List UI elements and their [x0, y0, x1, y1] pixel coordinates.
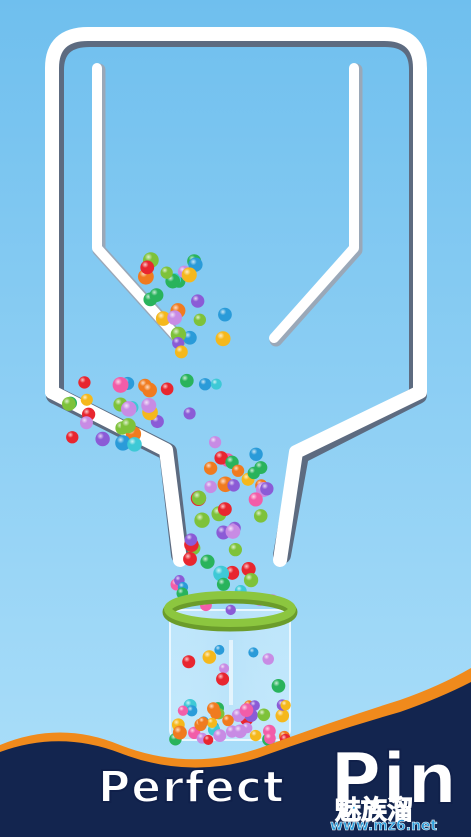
- ball-shine: [208, 436, 222, 449]
- ball-shine: [218, 502, 232, 516]
- ball-shine: [216, 577, 231, 591]
- ball-shine: [141, 397, 157, 413]
- ball-shine: [275, 708, 290, 723]
- ball-shine: [140, 260, 155, 275]
- ball-shine: [198, 378, 212, 391]
- ball-shine: [191, 490, 207, 506]
- ball-shine: [215, 331, 231, 347]
- ball-shine: [183, 552, 197, 566]
- ball-shine: [216, 672, 230, 686]
- ball-shine: [80, 393, 93, 406]
- ball-shine: [264, 732, 276, 745]
- ball-shine: [218, 307, 232, 322]
- ball-shine: [280, 699, 291, 711]
- watermark-url: www.mz6.net: [330, 818, 438, 835]
- ball-shine: [160, 382, 174, 396]
- ball-shine: [194, 512, 210, 528]
- ball-shine: [193, 313, 207, 327]
- ball-shine: [227, 479, 240, 492]
- ball-shine: [222, 714, 234, 727]
- ball-shine: [248, 647, 259, 658]
- ball-shine: [95, 431, 110, 447]
- ball-shine: [121, 401, 137, 417]
- ball-shine: [253, 509, 268, 523]
- ball-shine: [249, 447, 263, 461]
- ball-shine: [174, 345, 188, 359]
- ball-shine: [142, 382, 157, 398]
- ball-shine: [254, 461, 268, 475]
- ball-shine: [204, 480, 217, 494]
- ball-shine: [233, 724, 247, 739]
- ball-shine: [203, 461, 218, 475]
- ball-shine: [243, 572, 259, 588]
- ball-shine: [197, 716, 209, 728]
- ball-shine: [120, 418, 136, 434]
- ball-shine: [79, 416, 93, 430]
- ball-shine: [202, 650, 217, 664]
- ball-shine: [213, 729, 227, 743]
- ball-shine: [249, 729, 262, 742]
- ball-shine: [167, 310, 183, 326]
- ball-shine: [78, 376, 91, 389]
- ball-shine: [271, 679, 286, 693]
- ball-shine: [127, 437, 142, 452]
- ball-shine: [191, 294, 205, 308]
- ball-shine: [183, 407, 196, 420]
- ball-shine: [182, 655, 196, 669]
- ball-shine: [200, 554, 215, 569]
- ball-shine: [225, 524, 241, 539]
- ball-shine: [231, 464, 245, 477]
- title-perfect: Perfect: [97, 761, 285, 814]
- ball-shine: [262, 653, 274, 665]
- ball-shine: [112, 376, 129, 393]
- ball-shine: [207, 702, 220, 716]
- ball-shine: [160, 266, 173, 279]
- ball-shine: [206, 717, 218, 729]
- ball-shine: [228, 543, 242, 557]
- ball-shine: [219, 663, 230, 674]
- ball-shine: [181, 267, 197, 283]
- ball-shine: [66, 431, 79, 444]
- ball-shine: [203, 734, 214, 745]
- ball-shine: [214, 644, 225, 655]
- ball-shine: [172, 725, 187, 740]
- ball-shine: [248, 492, 263, 507]
- ball-shine: [61, 397, 76, 411]
- ball-shine: [184, 533, 198, 546]
- ball-shine: [225, 604, 236, 616]
- game-scene[interactable]: [0, 0, 471, 837]
- ball-shine: [149, 288, 164, 303]
- ball-shine: [239, 703, 254, 717]
- ball-shine: [260, 482, 274, 496]
- ball-shine: [177, 705, 189, 716]
- ball-shine: [180, 373, 194, 388]
- ball-shine: [210, 378, 222, 390]
- ball-shine: [257, 708, 271, 722]
